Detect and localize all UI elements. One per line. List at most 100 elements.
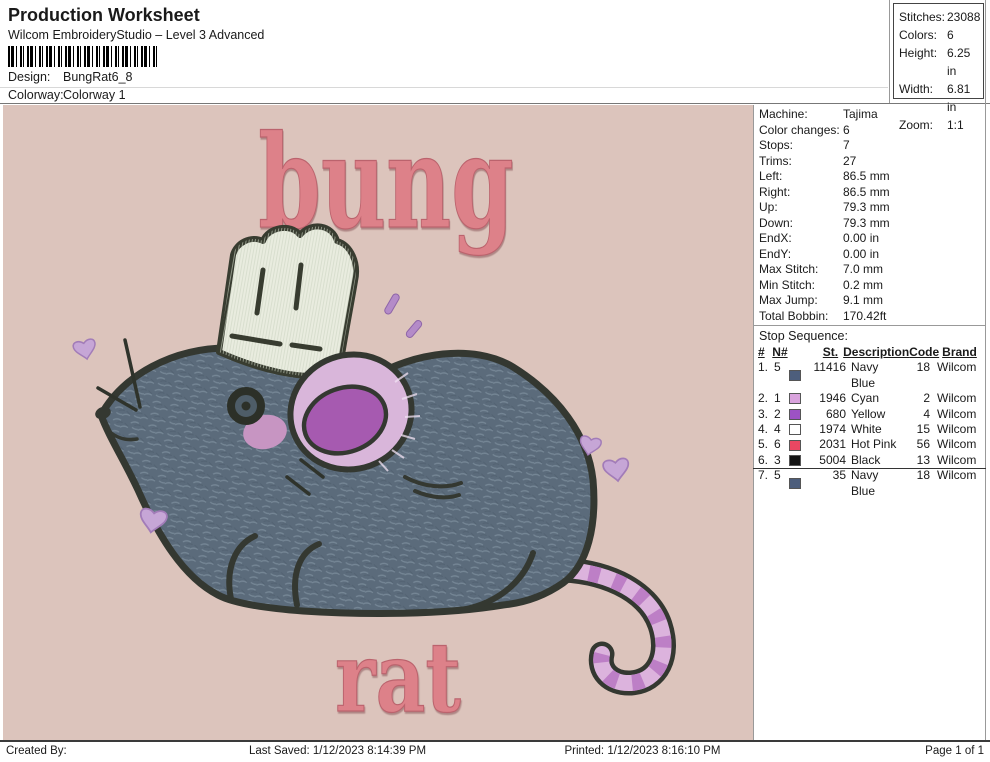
- thread-code: 4: [904, 407, 930, 422]
- table-row: 1. 5 11416 Navy Blue 18 Wilcom: [754, 360, 985, 391]
- created-by: Created By:: [0, 742, 185, 762]
- thread-code: 13: [904, 453, 930, 468]
- needle-number: 5: [774, 360, 789, 391]
- col-swatch: [787, 345, 806, 360]
- thread-code: 56: [904, 437, 930, 452]
- machine-info-label: Total Bobbin:: [759, 309, 843, 325]
- header-vertical-divider: [889, 0, 890, 103]
- needle-number: 5: [774, 468, 789, 499]
- machine-info-label: Machine:: [759, 107, 843, 123]
- thread-brand: Wilcom: [930, 422, 985, 437]
- panel-section-divider: [753, 325, 986, 326]
- machine-info-value: 0.2 mm: [843, 278, 985, 294]
- thread-code: 15: [904, 422, 930, 437]
- machine-info-row: EndX: 0.00 in: [754, 231, 985, 247]
- machine-info-value: 170.42ft: [843, 309, 985, 325]
- page-title: Production Worksheet: [8, 5, 200, 26]
- col-needle: N#: [772, 345, 787, 360]
- thread-brand: Wilcom: [930, 407, 985, 422]
- stitch-count: 35: [810, 468, 846, 499]
- thread-color-swatch: [789, 393, 801, 404]
- machine-info-row: Color changes: 6: [754, 123, 985, 139]
- machine-info-row: Left: 86.5 mm: [754, 169, 985, 185]
- summary-value: 6: [947, 26, 983, 44]
- summary-label: Colors:: [899, 26, 947, 44]
- page-number: Page 1 of 1: [795, 742, 990, 762]
- stitch-count: 2031: [810, 437, 846, 452]
- table-row: 4. 4 1974 White 15 Wilcom: [754, 422, 985, 437]
- row-number: 1.: [758, 360, 774, 391]
- row-number: 4.: [758, 422, 774, 437]
- summary-label: Stitches:: [899, 8, 947, 26]
- machine-info-row: Trims: 27: [754, 154, 985, 170]
- thread-code: 2: [904, 391, 930, 406]
- machine-info-label: Left:: [759, 169, 843, 185]
- stitch-count: 680: [810, 407, 846, 422]
- machine-info-value: 79.3 mm: [843, 216, 985, 232]
- machine-info-label: Down:: [759, 216, 843, 232]
- needle-number: 2: [774, 407, 789, 422]
- col-description: Description: [838, 345, 909, 360]
- col-stitches: St.: [806, 345, 838, 360]
- design-value: BungRat6_8: [63, 70, 133, 84]
- table-bottom-border: [753, 468, 986, 469]
- thread-brand: Wilcom: [930, 360, 985, 391]
- machine-info-value: 6: [843, 123, 985, 139]
- machine-info-value: 7: [843, 138, 985, 154]
- stop-sequence-table: # N# St. Description Code Brand 1. 5 114…: [754, 345, 985, 499]
- summary-row: Height: 6.25 in: [894, 44, 983, 80]
- right-border: [985, 0, 986, 740]
- needle-number: 1: [774, 391, 789, 406]
- stitch-count: 11416: [810, 360, 846, 391]
- embroidery-artwork: bung: [3, 105, 753, 740]
- summary-row: Stitches: 23088: [894, 8, 983, 26]
- row-number: 3.: [758, 407, 774, 422]
- machine-info-row: Min Stitch: 0.2 mm: [754, 278, 985, 294]
- design-canvas: bung: [3, 105, 753, 740]
- summary-box: Stitches: 23088 Colors: 6 Height: 6.25 i…: [893, 3, 984, 99]
- table-row: 5. 6 2031 Hot Pink 56 Wilcom: [754, 437, 985, 452]
- machine-info-value: 0.00 in: [843, 231, 985, 247]
- machine-info-row: Down: 79.3 mm: [754, 216, 985, 232]
- col-brand: Brand: [935, 345, 985, 360]
- colorway-value: Colorway 1: [63, 88, 126, 102]
- table-row: 7. 5 35 Navy Blue 18 Wilcom: [754, 468, 985, 499]
- machine-info-row: Total Bobbin: 170.42ft: [754, 309, 985, 325]
- thread-color-swatch: [789, 409, 801, 420]
- pupil: [242, 402, 251, 411]
- header-divider: [0, 103, 990, 104]
- machine-info-label: Trims:: [759, 154, 843, 170]
- footer: Created By: Last Saved: 1/12/2023 8:14:3…: [0, 740, 990, 762]
- thread-color-swatch: [789, 478, 801, 489]
- word-rat: rat: [335, 620, 461, 734]
- machine-info-value: Tajima: [843, 107, 985, 123]
- table-row: 3. 2 680 Yellow 4 Wilcom: [754, 407, 985, 422]
- machine-info-value: 79.3 mm: [843, 200, 985, 216]
- summary-row: Colors: 6: [894, 26, 983, 44]
- stitch-count: 5004: [810, 453, 846, 468]
- thread-description: Cyan: [846, 391, 904, 406]
- thread-brand: Wilcom: [930, 453, 985, 468]
- machine-info-label: Min Stitch:: [759, 278, 843, 294]
- chef-hat: [219, 226, 356, 376]
- printed: Printed: 1/12/2023 8:16:10 PM: [490, 742, 795, 762]
- summary-label: Height:: [899, 44, 947, 80]
- machine-info-label: Up:: [759, 200, 843, 216]
- needle-number: 4: [774, 422, 789, 437]
- thread-color-swatch: [789, 424, 801, 435]
- machine-info-label: EndY:: [759, 247, 843, 263]
- thread-description: Yellow: [846, 407, 904, 422]
- stitch-count: 1974: [810, 422, 846, 437]
- design-row: Design: BungRat6_8: [0, 70, 888, 88]
- barcode: [8, 46, 158, 67]
- machine-info-row: Max Jump: 9.1 mm: [754, 293, 985, 309]
- machine-info-value: 0.00 in: [843, 247, 985, 263]
- machine-info-label: Max Jump:: [759, 293, 843, 309]
- machine-info-value: 9.1 mm: [843, 293, 985, 309]
- machine-info-panel: Machine: Tajima Color changes: 6 Stops: …: [754, 107, 985, 324]
- stitch-count: 1946: [810, 391, 846, 406]
- summary-value: 23088: [947, 8, 983, 26]
- table-row: 2. 1 1946 Cyan 2 Wilcom: [754, 391, 985, 406]
- machine-info-label: Max Stitch:: [759, 262, 843, 278]
- row-number: 7.: [758, 468, 774, 499]
